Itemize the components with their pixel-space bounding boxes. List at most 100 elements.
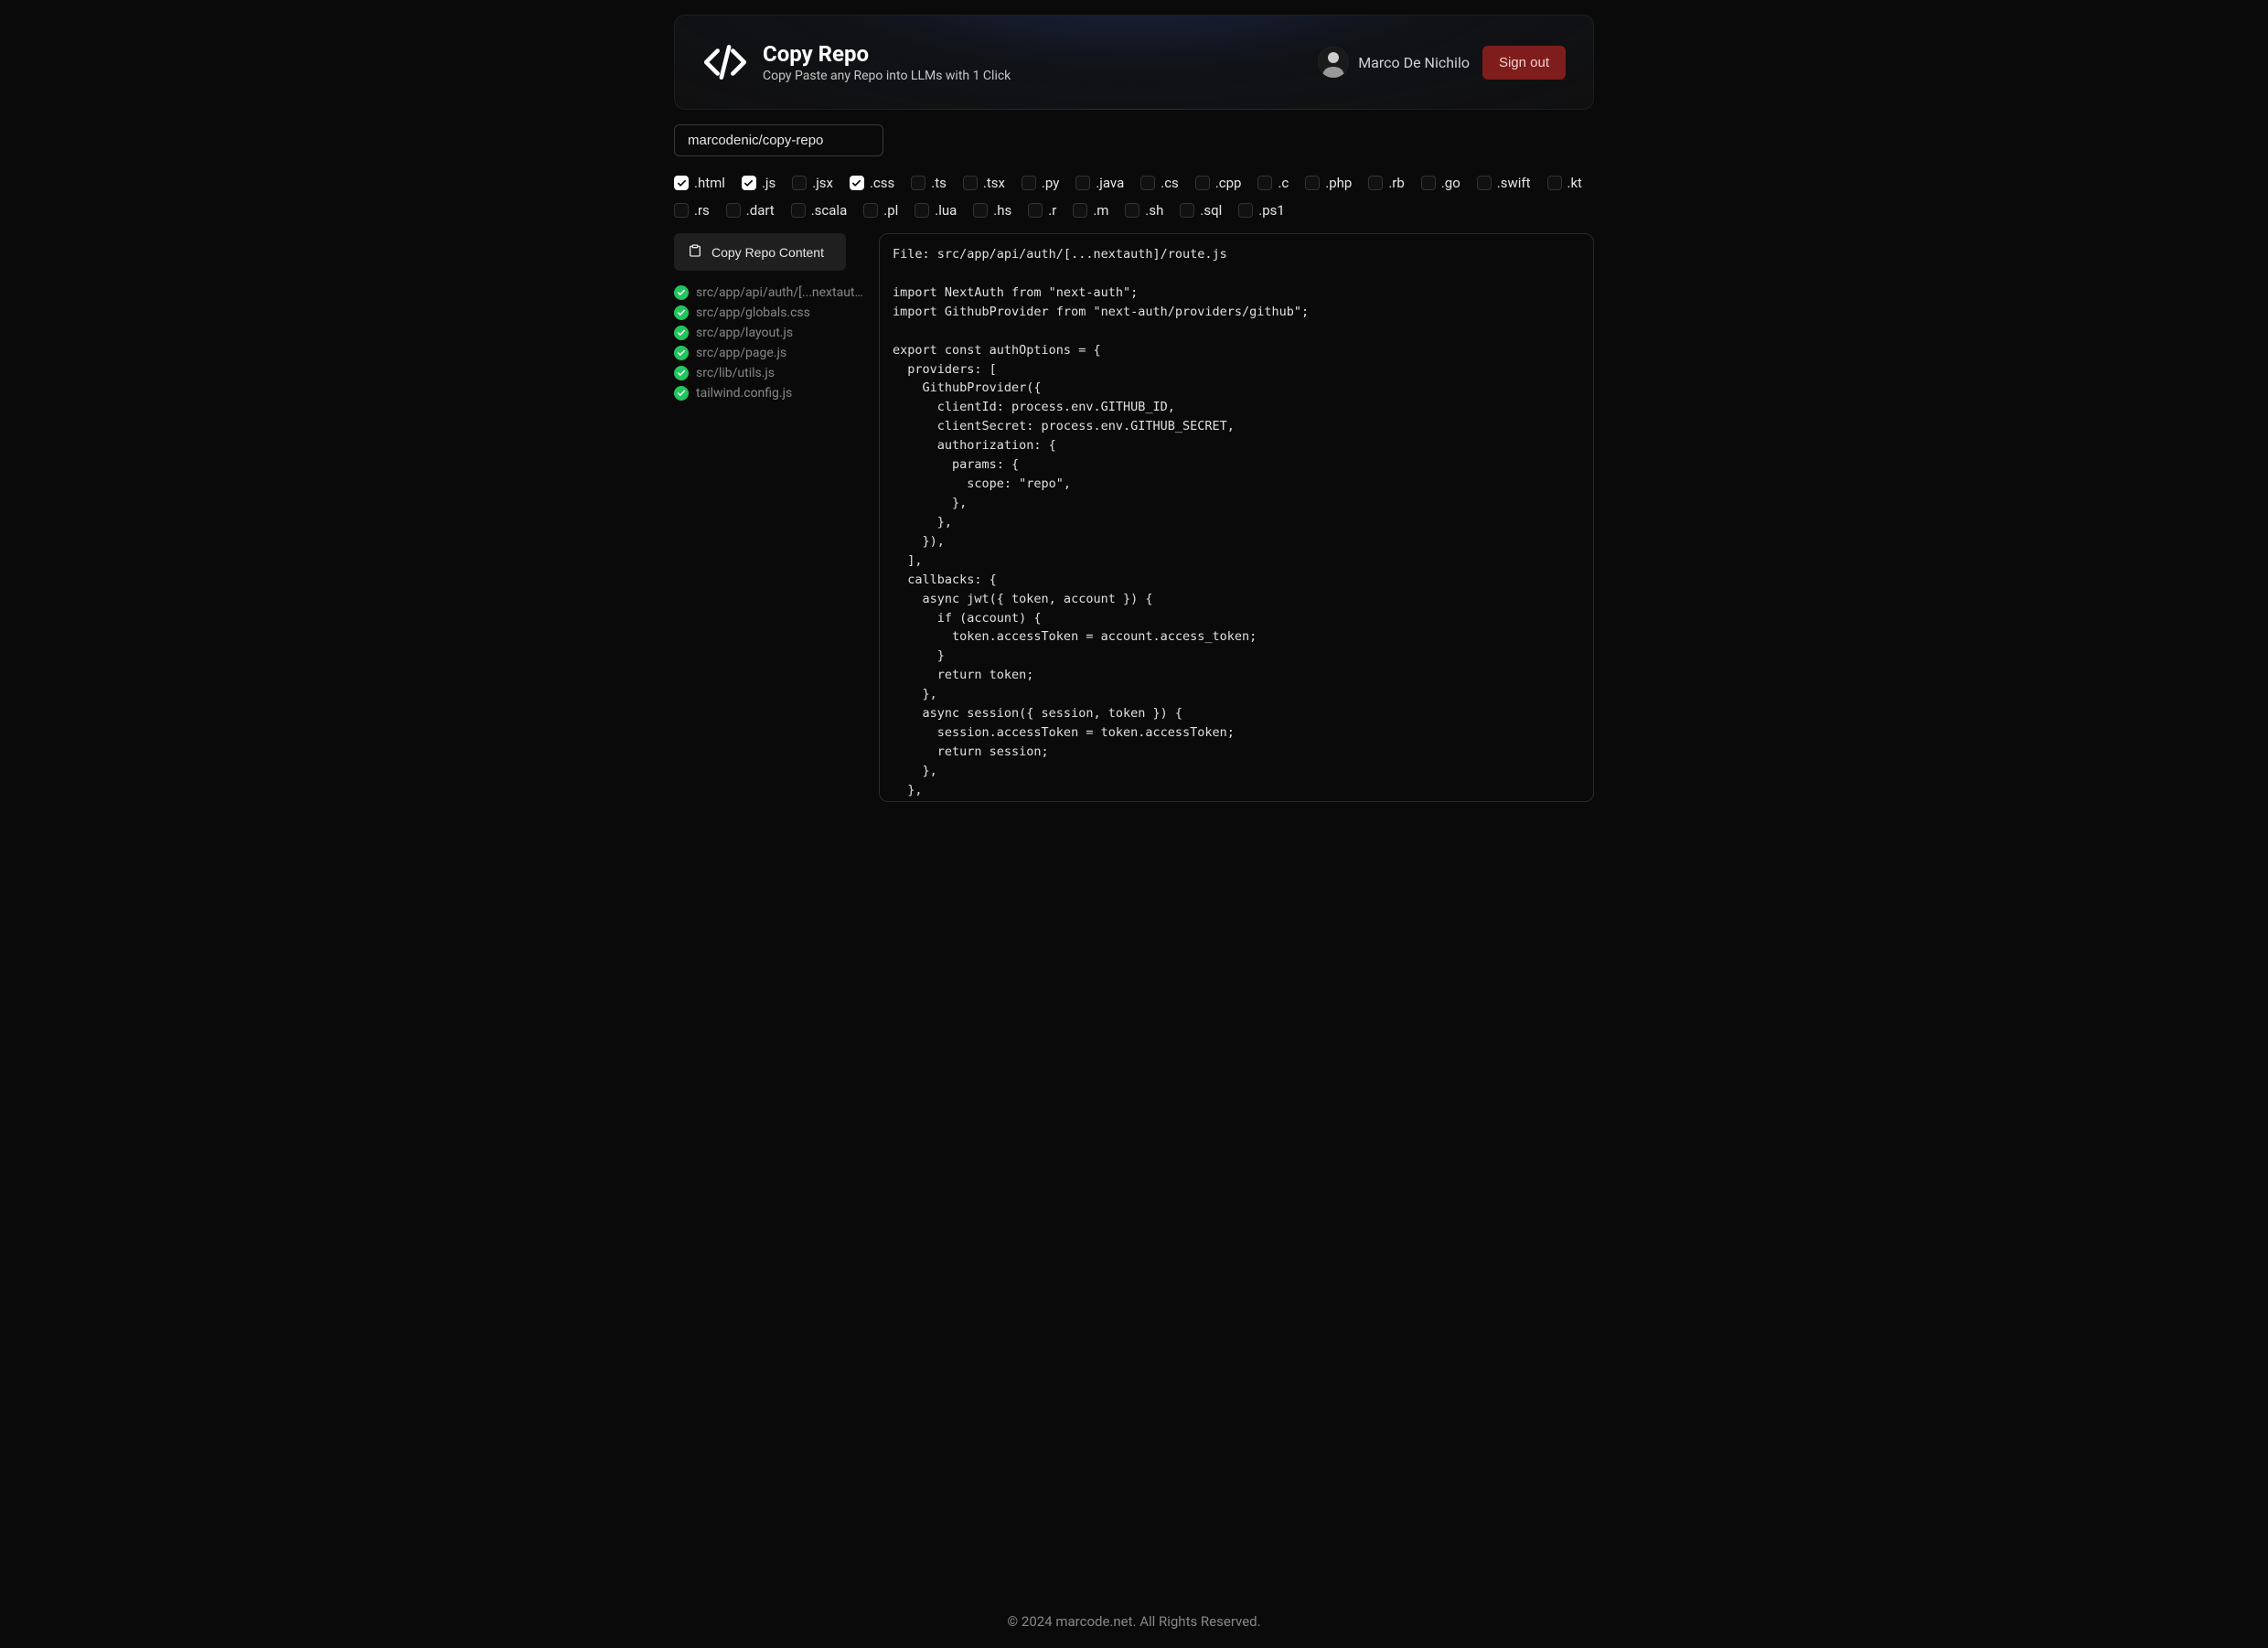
checkbox-icon[interactable] [1180, 203, 1194, 218]
extension-filter-sh[interactable]: .sh [1125, 202, 1163, 219]
extension-label: .sh [1145, 202, 1163, 219]
checkbox-icon[interactable] [963, 176, 978, 190]
check-circle-icon [674, 326, 689, 340]
extension-filter-tsx[interactable]: .tsx [963, 175, 1005, 191]
extension-label: .ps1 [1258, 202, 1285, 219]
check-circle-icon [674, 366, 689, 380]
extension-label: .rb [1388, 175, 1404, 191]
file-name: src/app/globals.css [696, 305, 810, 320]
extension-label: .pl [883, 202, 898, 219]
checkbox-icon[interactable] [863, 203, 878, 218]
extension-label: .ts [931, 175, 947, 191]
extension-filter-c[interactable]: .c [1257, 175, 1289, 191]
extension-filter-cpp[interactable]: .cpp [1195, 175, 1242, 191]
file-item[interactable]: src/app/globals.css [674, 305, 864, 320]
checkbox-icon[interactable] [1421, 176, 1436, 190]
checkbox-icon[interactable] [1125, 203, 1139, 218]
extension-filter-ts[interactable]: .ts [911, 175, 947, 191]
file-item[interactable]: src/app/page.js [674, 346, 864, 360]
extension-filter-swift[interactable]: .swift [1477, 175, 1531, 191]
footer-text: © 2024 marcode.net. All Rights Reserved. [0, 1588, 2268, 1648]
extension-filter-dart[interactable]: .dart [726, 202, 775, 219]
extension-label: .swift [1497, 175, 1531, 191]
extension-filter-java[interactable]: .java [1075, 175, 1124, 191]
extension-filter-css[interactable]: .css [850, 175, 894, 191]
clipboard-icon [688, 243, 702, 261]
repo-input[interactable] [674, 124, 883, 156]
extension-label: .java [1096, 175, 1124, 191]
extension-label: .css [870, 175, 894, 191]
check-circle-icon [674, 346, 689, 360]
extension-label: .r [1048, 202, 1056, 219]
extension-label: .hs [993, 202, 1011, 219]
checkbox-icon[interactable] [1140, 176, 1155, 190]
checkbox-icon[interactable] [742, 176, 756, 190]
copy-repo-content-button[interactable]: Copy Repo Content [674, 233, 846, 271]
checkbox-icon[interactable] [1547, 176, 1562, 190]
file-list: src/app/api/auth/[...nextauth]/route.js s… [674, 285, 864, 401]
file-name: src/lib/utils.js [696, 366, 775, 380]
extension-filter-cs[interactable]: .cs [1140, 175, 1179, 191]
checkbox-icon[interactable] [1238, 203, 1253, 218]
file-name: src/app/api/auth/[...nextauth]/route.js [696, 285, 864, 300]
extension-filter-rs[interactable]: .rs [674, 202, 710, 219]
extension-label: .dart [746, 202, 775, 219]
checkbox-icon[interactable] [726, 203, 741, 218]
code-logo-icon [702, 39, 748, 85]
extension-filter-jsx[interactable]: .jsx [792, 175, 833, 191]
checkbox-icon[interactable] [915, 203, 929, 218]
extension-filter-lua[interactable]: .lua [915, 202, 957, 219]
extension-filter-py[interactable]: .py [1022, 175, 1059, 191]
extension-label: .cs [1161, 175, 1179, 191]
extension-filter-html[interactable]: .html [674, 175, 725, 191]
check-circle-icon [674, 285, 689, 300]
checkbox-icon[interactable] [1257, 176, 1272, 190]
username: Marco De Nichilo [1358, 54, 1470, 71]
file-item[interactable]: tailwind.config.js [674, 386, 864, 401]
checkbox-icon[interactable] [911, 176, 925, 190]
extension-label: .sql [1200, 202, 1222, 219]
extension-filter-m[interactable]: .m [1073, 202, 1108, 219]
extension-filter-rb[interactable]: .rb [1368, 175, 1404, 191]
checkbox-icon[interactable] [1075, 176, 1090, 190]
checkbox-icon[interactable] [1477, 176, 1492, 190]
avatar [1318, 47, 1349, 78]
extension-label: .scala [811, 202, 848, 219]
checkbox-icon[interactable] [792, 176, 807, 190]
checkbox-icon[interactable] [1305, 176, 1320, 190]
checkbox-icon[interactable] [1073, 203, 1087, 218]
extension-label: .go [1441, 175, 1460, 191]
checkbox-icon[interactable] [791, 203, 806, 218]
code-viewer[interactable]: File: src/app/api/auth/[...nextauth]/rou… [879, 233, 1594, 802]
file-item[interactable]: src/app/api/auth/[...nextauth]/route.js [674, 285, 864, 300]
checkbox-icon[interactable] [1368, 176, 1383, 190]
file-item[interactable]: src/lib/utils.js [674, 366, 864, 380]
app-subtitle: Copy Paste any Repo into LLMs with 1 Cli… [763, 69, 1011, 83]
checkbox-icon[interactable] [1028, 203, 1043, 218]
checkbox-icon[interactable] [1195, 176, 1210, 190]
extension-filter-ps1[interactable]: .ps1 [1238, 202, 1285, 219]
checkbox-icon[interactable] [674, 176, 689, 190]
extension-filter-php[interactable]: .php [1305, 175, 1352, 191]
extension-label: .c [1278, 175, 1289, 191]
extension-label: .lua [935, 202, 957, 219]
user-block[interactable]: Marco De Nichilo [1318, 47, 1470, 78]
extension-label: .cpp [1215, 175, 1242, 191]
file-item[interactable]: src/app/layout.js [674, 326, 864, 340]
checkbox-icon[interactable] [674, 203, 689, 218]
extension-filter-pl[interactable]: .pl [863, 202, 898, 219]
extension-filter-sql[interactable]: .sql [1180, 202, 1222, 219]
checkbox-icon[interactable] [973, 203, 988, 218]
checkbox-icon[interactable] [1022, 176, 1036, 190]
extension-filter-scala[interactable]: .scala [791, 202, 848, 219]
signout-button[interactable]: Sign out [1482, 46, 1566, 80]
extension-label: .html [694, 175, 725, 191]
extension-filter-hs[interactable]: .hs [973, 202, 1011, 219]
extension-filter-kt[interactable]: .kt [1547, 175, 1582, 191]
extension-filter-r[interactable]: .r [1028, 202, 1056, 219]
extension-filter-js[interactable]: .js [742, 175, 776, 191]
extension-filter-go[interactable]: .go [1421, 175, 1460, 191]
file-name: tailwind.config.js [696, 386, 792, 401]
extension-label: .m [1093, 202, 1108, 219]
checkbox-icon[interactable] [850, 176, 864, 190]
